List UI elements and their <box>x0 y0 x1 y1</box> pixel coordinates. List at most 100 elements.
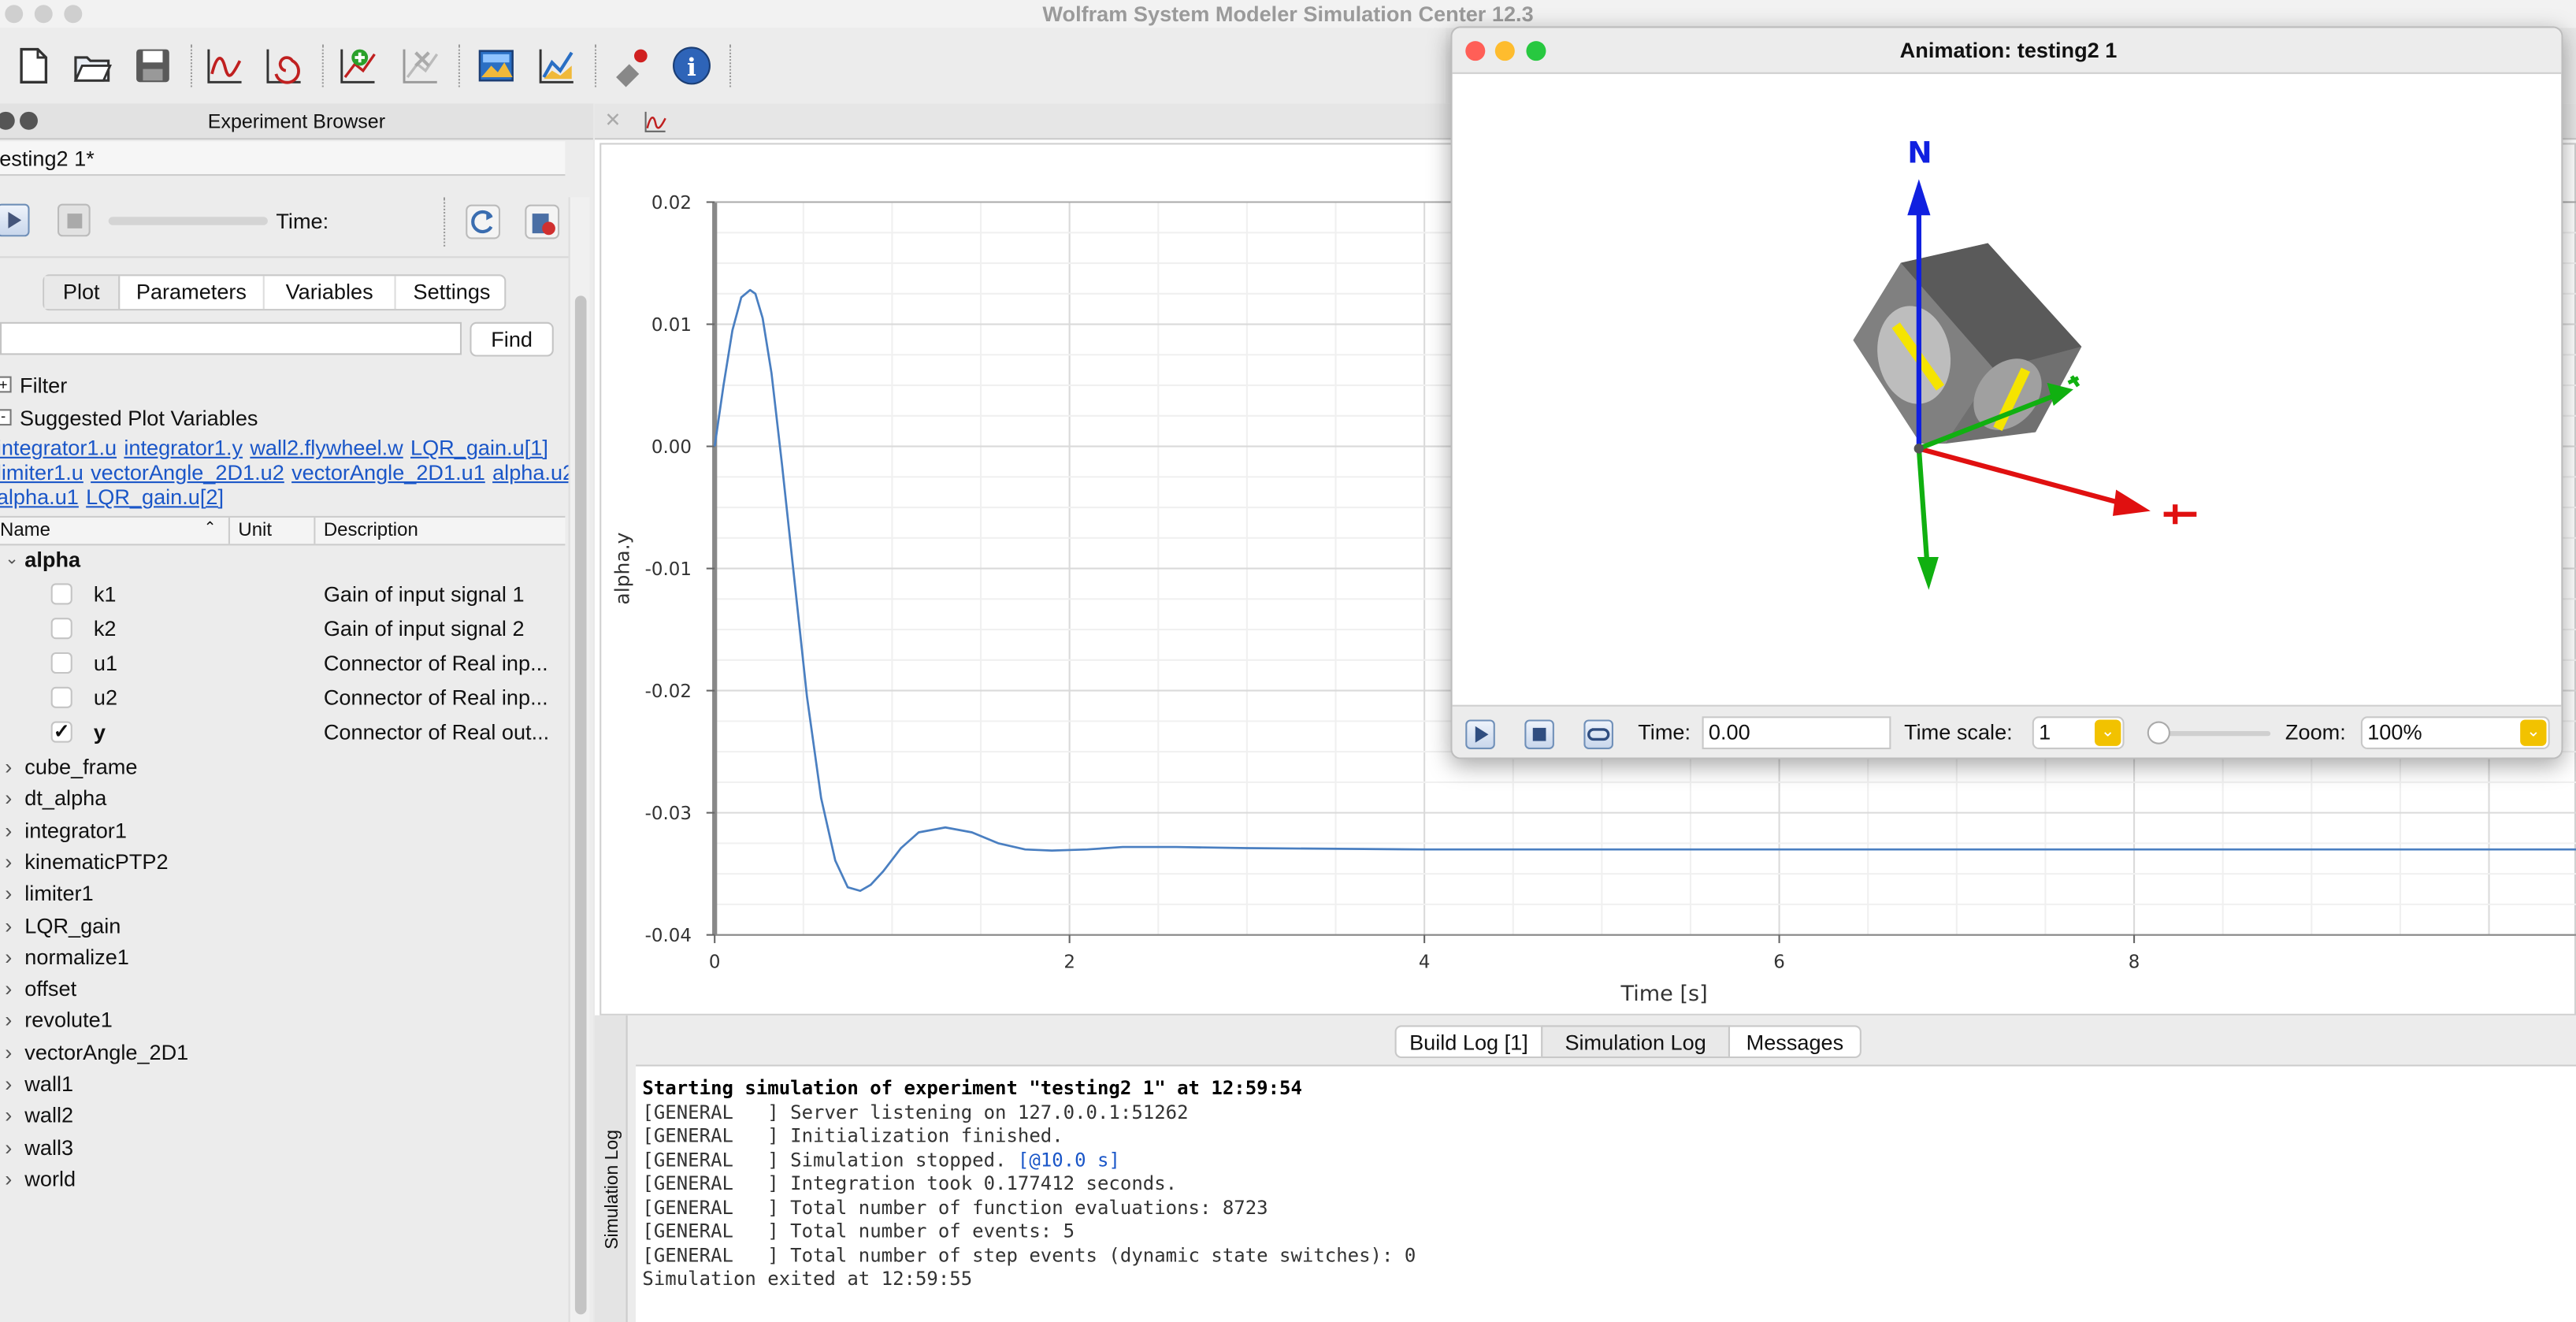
tab-simulation-log[interactable]: Simulation Log <box>1541 1025 1731 1059</box>
time-scale-select[interactable]: 1 ⌄ <box>2032 716 2125 749</box>
tree-child-u1[interactable]: u1 Connector of Real inp... <box>0 648 565 679</box>
x-axis-label: Time [s] <box>1620 982 1707 1006</box>
variable-name: k1 <box>93 581 117 607</box>
suggested-variable-link[interactable]: integrator1.u <box>0 436 117 460</box>
stop-simulation-button[interactable] <box>57 203 91 237</box>
tab-variables[interactable]: Variables <box>265 276 396 310</box>
animation-close-button[interactable] <box>1465 41 1486 61</box>
tree-node-integrator1[interactable]: › integrator1 <box>0 815 565 846</box>
new-file-icon[interactable] <box>12 44 54 87</box>
chevron-right-icon: › <box>5 912 13 938</box>
animation-stop-button[interactable] <box>1524 719 1554 749</box>
animation-time-input[interactable]: 0.00 <box>1702 716 1891 749</box>
tree-node-offset[interactable]: › offset <box>0 973 565 1004</box>
record-icon[interactable] <box>610 44 652 87</box>
collapse-suggested-icon[interactable]: - <box>0 408 12 426</box>
tree-child-k2[interactable]: k2 Gain of input signal 2 <box>0 613 565 644</box>
speed-slider-handle[interactable] <box>2147 721 2170 745</box>
column-description[interactable]: Description <box>324 521 418 540</box>
tree-node-wall2[interactable]: › wall2 <box>0 1100 565 1131</box>
find-button[interactable]: Find <box>470 321 554 357</box>
tree-node-wall1[interactable]: › wall1 <box>0 1068 565 1100</box>
filter-label[interactable]: Filter <box>20 373 67 397</box>
tree-node-kinematicPTP2[interactable]: › kinematicPTP2 <box>0 846 565 878</box>
column-name[interactable]: Name <box>0 521 50 540</box>
open-folder-icon[interactable] <box>71 44 113 87</box>
close-plot-icon[interactable]: ✕ <box>604 109 621 132</box>
tree-node-revolute1[interactable]: › revolute1 <box>0 1004 565 1036</box>
parametric-plot-icon[interactable] <box>263 44 306 87</box>
suggested-variable-link[interactable]: limiter1.u <box>0 460 84 485</box>
suggested-variable-link[interactable]: integrator1.y <box>124 436 243 460</box>
suggested-variable-link[interactable]: vectorAngle_2D1.u2 <box>91 460 284 485</box>
search-input[interactable] <box>0 321 462 355</box>
log-side-label[interactable]: Simulation Log <box>603 1066 622 1313</box>
chevron-right-icon: › <box>5 1166 13 1191</box>
play-simulation-button[interactable] <box>0 203 30 237</box>
new-plot-icon[interactable] <box>204 44 247 87</box>
tree-node-vectorAngle_2D1[interactable]: › vectorAngle_2D1 <box>0 1036 565 1068</box>
info-icon[interactable]: i <box>670 44 713 87</box>
suggested-variable-link[interactable]: wall2.flywheel.w <box>250 436 403 460</box>
suggested-variable-link[interactable]: LQR_gain.u[1] <box>410 436 548 460</box>
suggested-variable-link[interactable]: alpha.u2 <box>492 460 574 485</box>
tree-node-world[interactable]: › world <box>0 1163 565 1194</box>
y-tick-label: 0.00 <box>651 437 692 458</box>
animation-zoom-button[interactable] <box>1526 41 1546 61</box>
float-panel-icon[interactable] <box>20 111 38 130</box>
animation-loop-button[interactable] <box>1583 719 1613 749</box>
log-time-link[interactable]: [@10.0 s] <box>1018 1148 1120 1171</box>
refresh-icon[interactable] <box>465 204 501 240</box>
zoom-select[interactable]: 100% ⌄ <box>2360 716 2550 749</box>
suggested-variable-link[interactable]: LQR_gain.u[2] <box>86 485 224 509</box>
tab-build-log[interactable]: Build Log [1] <box>1394 1025 1543 1059</box>
variable-name: y <box>93 719 106 745</box>
tree-child-k1[interactable]: k1 Gain of input signal 1 <box>0 578 565 610</box>
variable-checkbox[interactable] <box>50 583 72 605</box>
browser-scrollbar[interactable] <box>568 197 590 1322</box>
log-line: Simulation exited at 12:59:55 <box>642 1266 973 1290</box>
remove-curve-icon[interactable] <box>399 44 442 87</box>
suggested-variable-link[interactable]: alpha.u1 <box>0 485 79 509</box>
tree-node-cube_frame[interactable]: › cube_frame <box>0 751 565 782</box>
tab-messages[interactable]: Messages <box>1728 1025 1861 1059</box>
tree-node-label: offset <box>24 975 77 1001</box>
time-scale-value: 1 <box>2039 719 2051 745</box>
variable-checkbox[interactable] <box>50 652 72 674</box>
variable-checkbox[interactable] <box>50 686 72 708</box>
tree-node-wall3[interactable]: › wall3 <box>0 1131 565 1163</box>
animation-3d-view[interactable]: N <box>1453 74 2563 705</box>
animation-play-button[interactable] <box>1465 719 1495 749</box>
tree-node-alpha[interactable]: ⌄ alpha <box>0 544 565 575</box>
tree-node-LQR_gain[interactable]: › LQR_gain <box>0 909 565 941</box>
tab-plot[interactable]: Plot <box>44 276 121 310</box>
tree-node-limiter1[interactable]: › limiter1 <box>0 878 565 909</box>
delete-results-icon[interactable] <box>524 204 560 240</box>
tree-node-dt_alpha[interactable]: › dt_alpha <box>0 782 565 814</box>
column-unit[interactable]: Unit <box>238 521 272 540</box>
tab-parameters[interactable]: Parameters <box>120 276 265 310</box>
animation-minimize-button[interactable] <box>1494 41 1515 61</box>
north-label: N <box>1907 135 1932 169</box>
plot-animation-icon[interactable] <box>536 44 578 87</box>
variable-checkbox[interactable] <box>50 618 72 640</box>
plot-tab-icon[interactable] <box>644 110 667 133</box>
suggested-variable-link[interactable]: vectorAngle_2D1.u1 <box>291 460 485 485</box>
tree-node-label: wall3 <box>24 1134 74 1160</box>
tree-child-y[interactable]: ✓ y Connector of Real out... <box>0 716 565 748</box>
tree-child-u2[interactable]: u2 Connector of Real inp... <box>0 681 565 713</box>
chevron-right-icon: › <box>5 1102 13 1128</box>
log-output: Starting simulation of experiment "testi… <box>636 1064 2576 1322</box>
animation-icon[interactable] <box>475 44 518 87</box>
save-icon[interactable] <box>132 44 174 87</box>
experiment-tab[interactable]: testing2 1* <box>0 141 566 176</box>
expand-filter-icon[interactable]: + <box>0 376 12 393</box>
chevron-down-icon: ⌄ <box>2520 719 2547 746</box>
add-curve-icon[interactable] <box>337 44 380 87</box>
tab-settings[interactable]: Settings <box>396 276 508 309</box>
tree-node-normalize1[interactable]: › normalize1 <box>0 941 565 973</box>
log-line: [GENERAL ] Total number of function eval… <box>642 1195 1268 1219</box>
chevron-right-icon: › <box>5 1039 13 1064</box>
variable-checkbox[interactable]: ✓ <box>50 722 72 743</box>
close-panel-icon[interactable] <box>0 111 15 130</box>
